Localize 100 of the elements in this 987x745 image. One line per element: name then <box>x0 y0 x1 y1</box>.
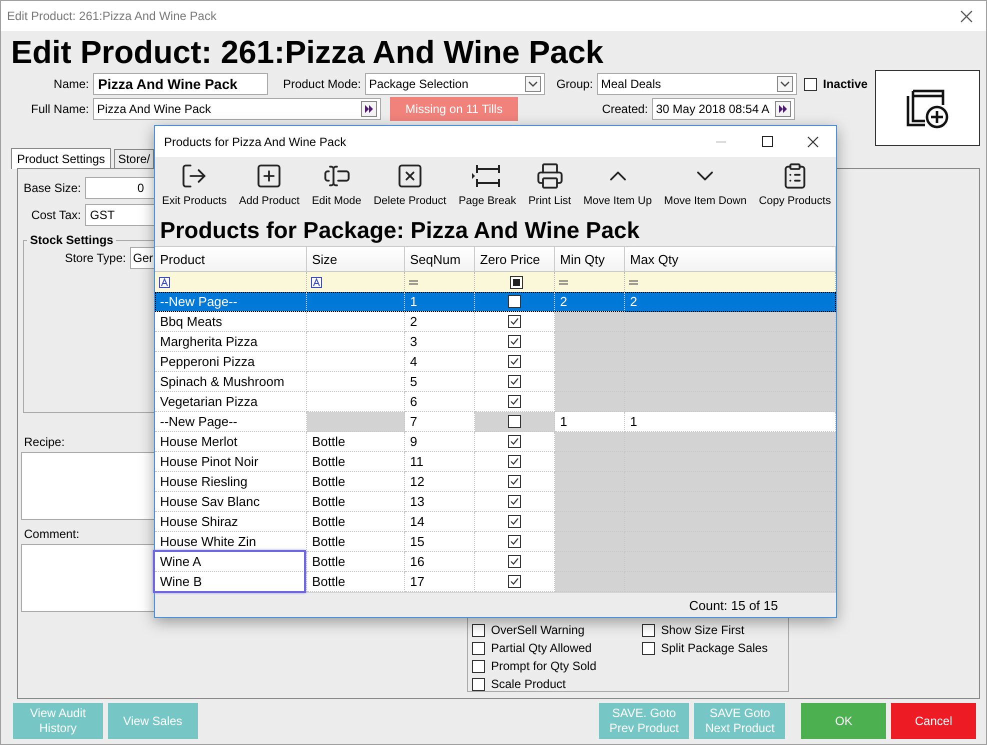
equals-icon[interactable] <box>629 280 638 284</box>
forward-icon <box>778 105 788 113</box>
checkbox-label: OverSell Warning <box>491 623 585 637</box>
table-cell: Wine A <box>155 552 307 572</box>
checkbox[interactable] <box>472 660 485 672</box>
equals-icon[interactable] <box>409 280 418 284</box>
checkbox[interactable] <box>472 678 485 690</box>
table-cell: House Merlot <box>155 432 307 452</box>
checkbox[interactable] <box>508 435 521 448</box>
text-filter-icon[interactable] <box>159 276 170 288</box>
indeterminate-checkbox[interactable] <box>510 276 523 288</box>
dropdown-button[interactable] <box>777 76 793 92</box>
table-cell: 7 <box>405 412 475 432</box>
text-filter-icon[interactable] <box>311 276 322 288</box>
toolbar-button[interactable]: Edit Mode <box>310 162 362 215</box>
table-cell: 13 <box>405 492 475 512</box>
checkbox[interactable] <box>508 375 521 388</box>
table-row[interactable]: Bbq Meats 2 <box>155 312 836 332</box>
table-cell: House White Zin <box>155 532 307 552</box>
table-row[interactable]: Wine B Bottle 17 <box>155 572 836 592</box>
toolbar-button[interactable]: Add Product <box>238 162 301 215</box>
table-cell: 11 <box>405 452 475 472</box>
checkbox[interactable] <box>508 495 521 508</box>
table-cell: House Sav Blanc <box>155 492 307 512</box>
toolbar-button[interactable]: Print List <box>527 162 572 215</box>
table-row[interactable]: Spinach & Mushroom 5 <box>155 372 836 392</box>
checkbox[interactable] <box>642 624 655 636</box>
checkbox[interactable] <box>508 515 521 528</box>
field-label: Comment: <box>24 527 80 541</box>
product-mode-select[interactable]: Package Selection <box>365 73 545 95</box>
dropdown-button[interactable] <box>525 76 541 92</box>
table-cell <box>555 552 625 572</box>
dialog-heading: Products for Package: Pizza And Wine Pack <box>159 216 641 245</box>
maximize-icon <box>762 136 772 147</box>
delete-icon <box>396 162 424 190</box>
table-row[interactable]: House Sav Blanc Bottle 13 <box>155 492 836 512</box>
table-row[interactable]: Wine A Bottle 16 <box>155 552 836 572</box>
checkbox[interactable] <box>642 642 655 654</box>
table-row[interactable]: House Shiraz Bottle 14 <box>155 512 836 532</box>
table-cell: 16 <box>405 552 475 572</box>
table-cell: Bottle <box>307 572 405 592</box>
table-row[interactable]: House White Zin Bottle 15 <box>155 532 836 552</box>
table-cell <box>555 372 625 392</box>
table-cell: Bottle <box>307 492 405 512</box>
toolbar-button[interactable]: Delete Product <box>372 162 448 215</box>
table-row[interactable]: House Pinot Noir Bottle 11 <box>155 452 836 472</box>
table-cell: Bbq Meats <box>155 312 307 332</box>
equals-icon[interactable] <box>559 280 568 284</box>
checkbox[interactable] <box>472 642 485 654</box>
footer-button[interactable]: Cancel <box>891 703 976 739</box>
table-row[interactable]: Vegetarian Pizza 6 <box>155 392 836 412</box>
full-name-field[interactable]: Pizza And Wine Pack <box>93 98 381 120</box>
checkbox[interactable] <box>508 555 521 568</box>
checkbox[interactable] <box>508 335 521 348</box>
table-row[interactable]: --New Page-- 7 1 1 <box>155 412 836 432</box>
table-cell <box>555 492 625 512</box>
toolbar-button[interactable]: Move Item Down <box>663 162 748 215</box>
table-cell <box>555 392 625 412</box>
table-cell <box>555 472 625 492</box>
table-cell <box>555 332 625 352</box>
table-cell <box>555 312 625 332</box>
checkbox[interactable] <box>508 415 521 428</box>
checkbox[interactable] <box>508 455 521 468</box>
table-row[interactable]: --New Page-- 1 2 2 <box>155 292 836 312</box>
name-field[interactable]: Pizza And Wine Pack <box>93 73 268 95</box>
table-cell: Bottle <box>307 552 405 572</box>
table-row[interactable]: Pepperoni Pizza 4 <box>155 352 836 372</box>
table-row[interactable]: House Merlot Bottle 9 <box>155 432 836 452</box>
table-cell: House Pinot Noir <box>155 452 307 472</box>
checkbox[interactable] <box>508 295 521 308</box>
table-cell: Bottle <box>307 472 405 492</box>
table-row[interactable]: Margherita Pizza 3 <box>155 332 836 352</box>
toolbar-button[interactable]: Move Item Up <box>582 162 653 215</box>
count-label: Count: 15 of 15 <box>689 598 778 612</box>
table-cell: Pepperoni Pizza <box>155 352 307 372</box>
table-cell: Margherita Pizza <box>155 332 307 352</box>
chevron-down-icon <box>780 81 790 87</box>
toolbar-button[interactable]: Page Break <box>458 162 518 215</box>
add-image-button[interactable] <box>875 70 980 146</box>
forward-button[interactable] <box>361 101 377 117</box>
toolbar-button[interactable]: Copy Products <box>758 162 832 215</box>
checkbox[interactable] <box>508 355 521 368</box>
table-cell <box>555 452 625 472</box>
tab[interactable]: Store/ <box>114 149 154 168</box>
checkbox[interactable] <box>804 78 817 90</box>
table-cell: 2 <box>405 312 475 332</box>
checkbox[interactable] <box>472 624 485 636</box>
checkbox[interactable] <box>508 315 521 328</box>
forward-button[interactable] <box>775 101 791 117</box>
group-select[interactable]: Meal Deals <box>597 73 797 95</box>
table-cell <box>555 352 625 372</box>
created-field[interactable]: 30 May 2018 08:54 A <box>652 98 795 120</box>
table-row[interactable]: House Riesling Bottle 12 <box>155 472 836 492</box>
checkbox[interactable] <box>508 395 521 408</box>
checkbox[interactable] <box>508 575 521 588</box>
field-label: Group: <box>555 77 594 91</box>
checkbox[interactable] <box>508 475 521 488</box>
tab[interactable]: Product Settings <box>11 148 112 169</box>
printer-icon <box>536 162 564 190</box>
checkbox[interactable] <box>508 535 521 548</box>
